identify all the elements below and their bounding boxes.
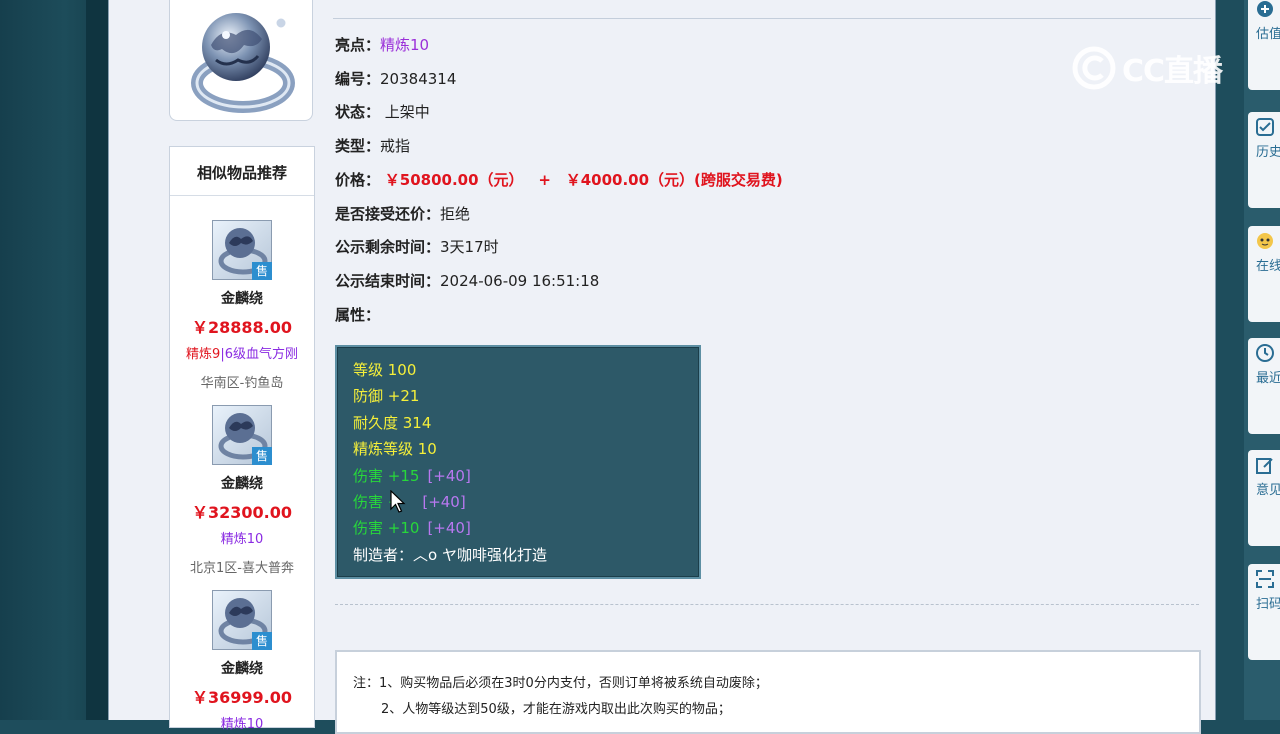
similar-item[interactable]: 售 金麟绕 ￥36999.00 精炼10 xyxy=(170,590,314,732)
item-detail-panel: 相似物品推荐 售 金麟绕 ￥28888.00 精炼9|6级血气方刚 华南区-钓鱼… xyxy=(123,0,1213,734)
similar-item-price: ￥28888.00 xyxy=(191,318,292,337)
highlight-row: 亮点：精炼10 xyxy=(335,34,429,55)
recent-browse-button[interactable]: 最近浏览 xyxy=(1248,338,1280,434)
end-time-value: 2024-06-09 16:51:18 xyxy=(440,272,600,290)
attributes-box: 等级 100 防御 +21 耐久度 314 精炼等级 10 伤害 +15 [+40… xyxy=(335,345,701,579)
counter-offer-label: 是否接受还价： xyxy=(335,205,441,223)
scan-download-label: 扫码下载 xyxy=(1256,597,1280,612)
online-helper-button[interactable]: 在线精灵 xyxy=(1248,226,1280,322)
attr-damage-2: 伤害 + [+40] xyxy=(353,493,466,511)
edit-icon xyxy=(1256,458,1273,474)
attr-refine-level: 精炼等级 10 xyxy=(353,440,437,458)
notice-line-1: 注：1、购买物品后必须在3时0分内支付，否则订单将被系统自动废除； xyxy=(353,676,768,691)
attributes-row: 属性： xyxy=(335,304,380,325)
id-label: 编号： xyxy=(335,70,381,88)
cc-logo-icon xyxy=(1072,46,1116,90)
check-icon xyxy=(1256,118,1274,136)
similar-item-tags: 精炼10 xyxy=(170,713,314,732)
online-helper-label: 在线精灵 xyxy=(1256,259,1280,274)
trade-page: 相似物品推荐 售 金麟绕 ￥28888.00 精炼9|6级血气方刚 华南区-钓鱼… xyxy=(108,0,1216,734)
similar-item[interactable]: 售 金麟绕 ￥28888.00 精炼9|6级血气方刚 华南区-钓鱼岛 xyxy=(170,220,314,391)
similar-item-tag-extra: |6级血气方刚 xyxy=(220,347,298,362)
attr-durability: 耐久度 314 xyxy=(353,414,432,432)
clock-icon xyxy=(1256,344,1274,362)
price-row: 价格： ￥50800.00（元） + ￥4000.00（元）(跨服交易费) xyxy=(335,169,783,190)
similar-item-price: ￥36999.00 xyxy=(191,688,292,707)
end-time-row: 公示结束时间：2024-06-09 16:51:18 xyxy=(335,270,599,291)
history-label: 历史成交 xyxy=(1256,145,1280,160)
sell-tag: 售 xyxy=(252,447,272,465)
id-row: 编号：20384314 xyxy=(335,68,456,89)
similar-item-tags: 精炼9|6级血气方刚 xyxy=(170,343,314,362)
type-value: 戒指 xyxy=(380,137,411,155)
highlight-label: 亮点： xyxy=(335,36,381,54)
cursor-arrow-icon xyxy=(390,489,406,513)
counter-offer-row: 是否接受还价：拒绝 xyxy=(335,203,470,224)
attr-maker: 制造者：︿o ヤ咖啡强化打造 xyxy=(353,546,547,564)
similar-item-price: ￥32300.00 xyxy=(191,503,292,522)
sell-tag: 售 xyxy=(252,632,272,650)
scan-download-button[interactable]: 扫码下载 xyxy=(1248,564,1280,660)
type-label: 类型： xyxy=(335,137,381,155)
similar-item-tags: 精炼10 xyxy=(170,528,314,547)
similar-item[interactable]: 售 金麟绕 ￥32300.00 精炼10 北京1区-喜大普奔 xyxy=(170,405,314,576)
id-value: 20384314 xyxy=(380,70,457,88)
similar-item-tag-extra: 精炼10 xyxy=(220,532,264,547)
remaining-time-row: 公示剩余时间：3天17时 xyxy=(335,236,499,257)
price-label: 价格： xyxy=(335,171,381,189)
similar-item-tag-extra: 精炼10 xyxy=(220,717,264,732)
recent-browse-label: 最近浏览 xyxy=(1256,371,1280,386)
similar-item-name[interactable]: 金麟绕 xyxy=(170,473,314,493)
similar-item-thumbnail[interactable]: 售 xyxy=(212,405,272,465)
scan-icon xyxy=(1256,570,1274,588)
remaining-time-value: 3天17时 xyxy=(440,238,499,256)
price-value: ￥50800.00（元） xyxy=(384,171,524,189)
counter-offer-value: 拒绝 xyxy=(440,205,471,223)
top-info-row xyxy=(333,0,1211,19)
right-toolbar: 估值鉴宝 历史成交 在线精灵 最近浏览 意见反馈 扫码下载 xyxy=(1244,0,1280,720)
ring-icon xyxy=(191,13,295,113)
feedback-label: 意见反馈 xyxy=(1256,483,1280,498)
remaining-time-label: 公示剩余时间： xyxy=(335,238,441,256)
attr-damage-3: 伤害 +10 [+40] xyxy=(353,519,471,537)
sell-tag: 售 xyxy=(252,262,272,280)
similar-item-server: 北京1区-喜大普奔 xyxy=(190,561,294,576)
stream-watermark: CC直播 xyxy=(1072,46,1223,90)
history-button[interactable]: 历史成交 xyxy=(1248,112,1280,208)
estimate-label: 估值鉴宝 xyxy=(1256,27,1280,42)
similar-item-thumbnail[interactable]: 售 xyxy=(212,220,272,280)
status-value: 上架中 xyxy=(384,103,430,121)
attr-damage-1: 伤害 +15 [+40] xyxy=(353,467,471,485)
highlight-value: 精炼10 xyxy=(380,36,430,54)
similar-items-title: 相似物品推荐 xyxy=(170,147,314,196)
section-divider xyxy=(335,604,1199,605)
attr-level: 等级 100 xyxy=(353,361,417,379)
similar-item-server: 华南区-钓鱼岛 xyxy=(200,376,284,391)
estimate-icon xyxy=(1257,1,1273,17)
watermark-text: CC直播 xyxy=(1122,54,1223,89)
price-plus: + xyxy=(538,171,551,189)
avatar-icon xyxy=(1257,233,1273,249)
end-time-label: 公示结束时间： xyxy=(335,272,441,290)
notice-line-2: 2、人物等级达到50级，才能在游戏内取出此次购买的物品； xyxy=(381,702,731,717)
attributes-label: 属性： xyxy=(335,306,381,324)
status-row: 状态： 上架中 xyxy=(335,101,430,122)
left-background-strip xyxy=(86,0,108,720)
similar-item-tag-refine: 精炼9 xyxy=(186,347,221,362)
feedback-button[interactable]: 意见反馈 xyxy=(1248,450,1280,546)
similar-item-thumbnail[interactable]: 售 xyxy=(212,590,272,650)
item-image[interactable] xyxy=(169,0,313,121)
estimate-button[interactable]: 估值鉴宝 xyxy=(1248,0,1280,90)
purchase-notice: 注：1、购买物品后必须在3时0分内支付，否则订单将被系统自动废除； 2、人物等级… xyxy=(335,650,1201,734)
attr-defense: 防御 +21 xyxy=(353,387,420,405)
type-row: 类型：戒指 xyxy=(335,135,410,156)
fee-value: ￥4000.00（元）(跨服交易费) xyxy=(565,171,783,189)
status-label: 状态： xyxy=(335,103,381,121)
mouse-cursor xyxy=(390,489,406,518)
similar-item-name[interactable]: 金麟绕 xyxy=(170,288,314,308)
similar-items-panel: 相似物品推荐 售 金麟绕 ￥28888.00 精炼9|6级血气方刚 华南区-钓鱼… xyxy=(169,146,315,732)
similar-item-name[interactable]: 金麟绕 xyxy=(170,658,314,678)
